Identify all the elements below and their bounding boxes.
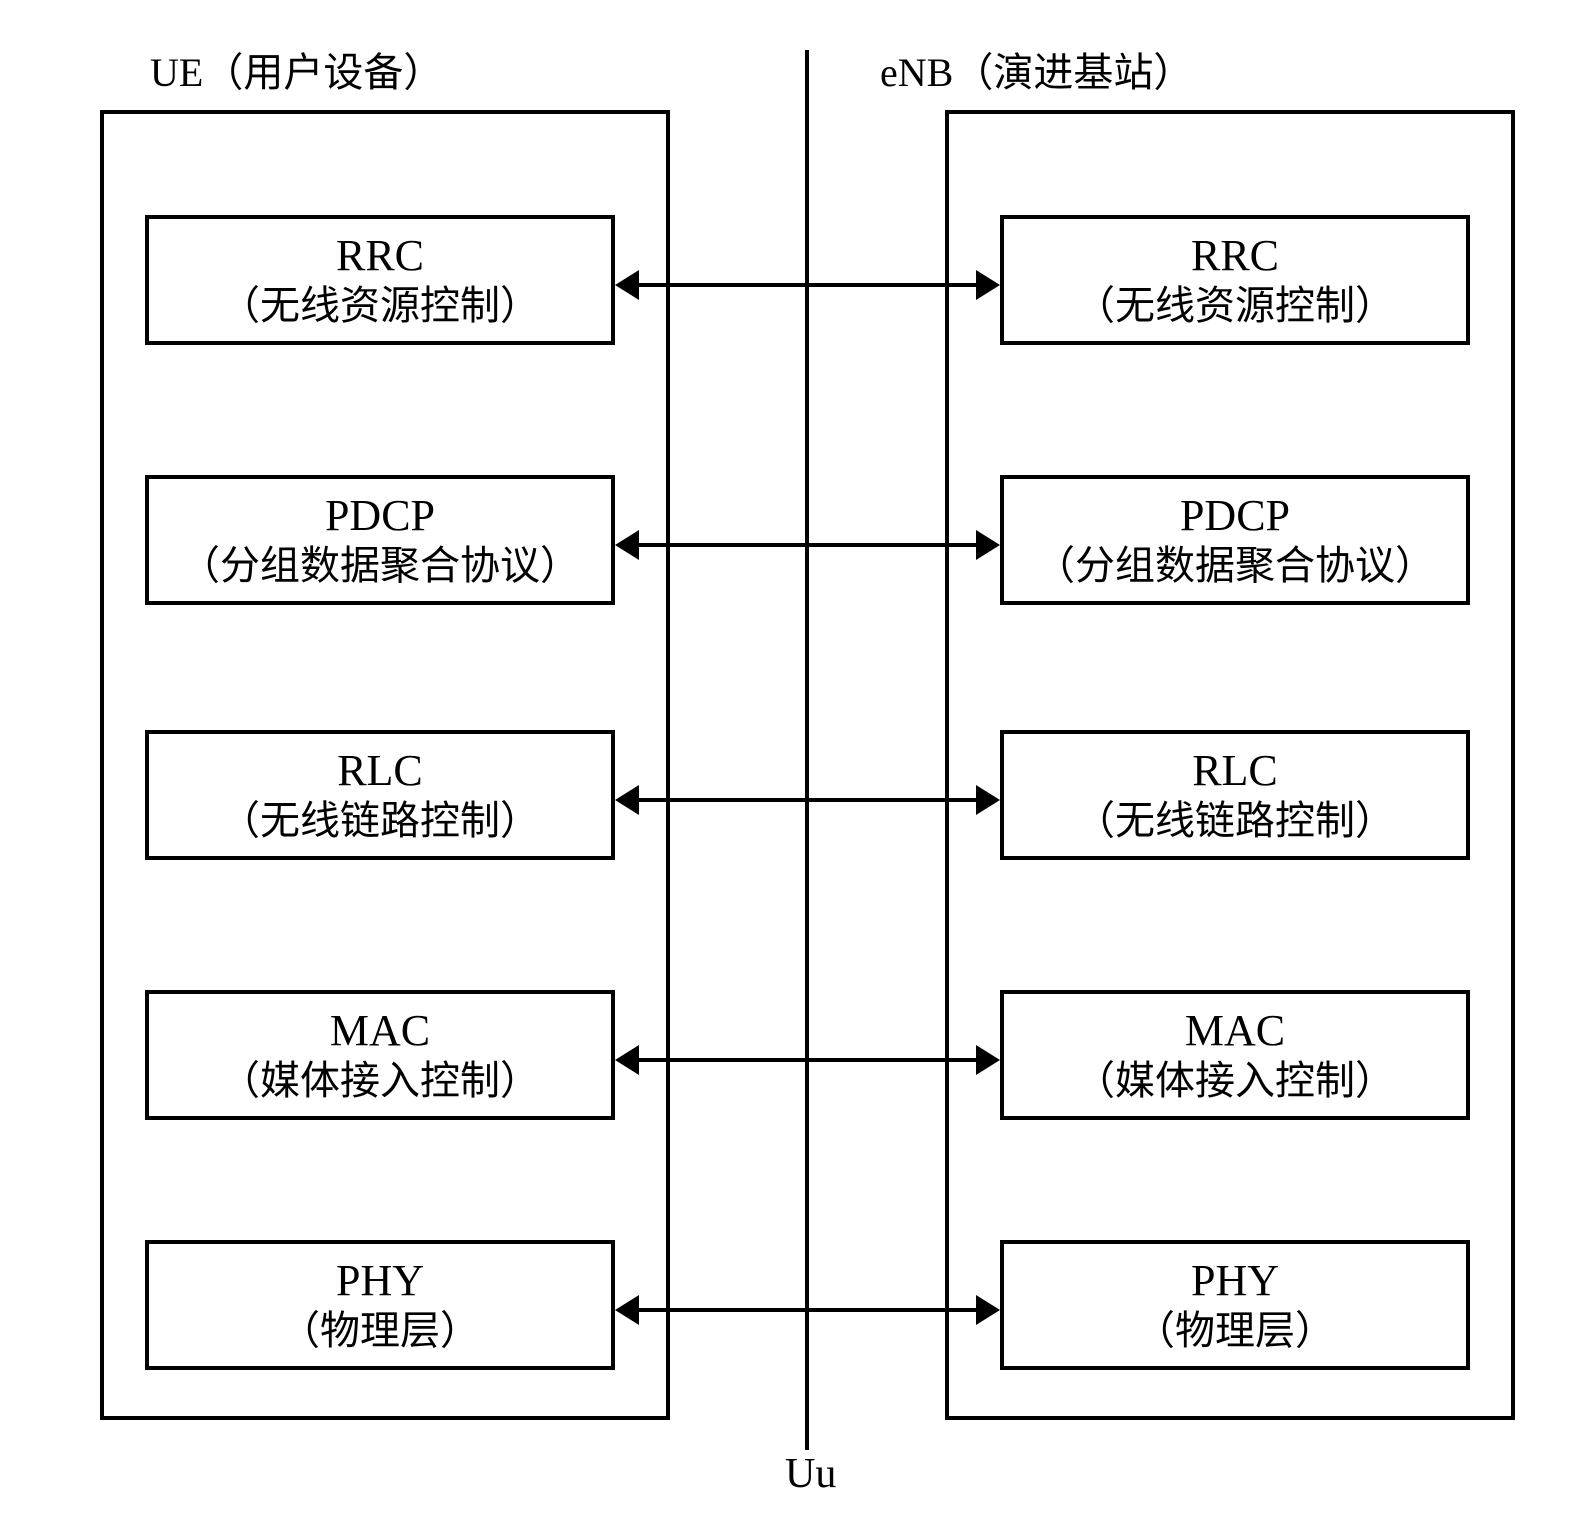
layer-abbr: PDCP xyxy=(1180,490,1290,543)
layer-abbr: MAC xyxy=(1185,1005,1285,1058)
layer-desc: （媒体接入控制） xyxy=(1075,1057,1395,1105)
peer-arrow-rrc xyxy=(615,270,1000,300)
enb-layer-rlc: RLC （无线链路控制） xyxy=(1000,730,1470,860)
peer-arrow-pdcp xyxy=(615,530,1000,560)
arrow-right-icon xyxy=(976,1295,1000,1325)
arrow-line xyxy=(630,543,985,547)
enb-title: eNB（演进基站） xyxy=(880,40,1193,98)
layer-abbr: RRC xyxy=(1191,230,1279,283)
enb-layer-rrc: RRC （无线资源控制） xyxy=(1000,215,1470,345)
arrow-line xyxy=(630,283,985,287)
layer-abbr: RRC xyxy=(336,230,424,283)
layer-abbr: MAC xyxy=(330,1005,430,1058)
ue-layer-pdcp: PDCP （分组数据聚合协议） xyxy=(145,475,615,605)
layer-abbr: RLC xyxy=(337,745,423,798)
peer-arrow-phy xyxy=(615,1295,1000,1325)
layer-desc: （物理层） xyxy=(280,1307,480,1355)
layer-desc: （无线资源控制） xyxy=(1075,282,1395,330)
arrow-right-icon xyxy=(976,270,1000,300)
layer-desc: （分组数据聚合协议） xyxy=(1035,542,1435,590)
layer-desc: （无线资源控制） xyxy=(220,282,540,330)
arrow-line xyxy=(630,1058,985,1062)
arrow-right-icon xyxy=(976,1045,1000,1075)
peer-arrow-mac xyxy=(615,1045,1000,1075)
arrow-right-icon xyxy=(976,785,1000,815)
layer-desc: （媒体接入控制） xyxy=(220,1057,540,1105)
layer-desc: （无线链路控制） xyxy=(1075,797,1395,845)
layer-abbr: PDCP xyxy=(325,490,435,543)
layer-abbr: PHY xyxy=(336,1255,424,1308)
enb-layer-pdcp: PDCP （分组数据聚合协议） xyxy=(1000,475,1470,605)
ue-title: UE（用户设备） xyxy=(150,40,443,98)
arrow-line xyxy=(630,1308,985,1312)
ue-layer-rlc: RLC （无线链路控制） xyxy=(145,730,615,860)
peer-arrow-rlc xyxy=(615,785,1000,815)
enb-layer-mac: MAC （媒体接入控制） xyxy=(1000,990,1470,1120)
diagram-container: UE（用户设备） eNB（演进基站） RRC （无线资源控制） PDCP （分组… xyxy=(30,30,1560,1495)
layer-abbr: RLC xyxy=(1192,745,1278,798)
enb-layer-phy: PHY （物理层） xyxy=(1000,1240,1470,1370)
uu-interface-line xyxy=(805,50,809,1450)
layer-desc: （无线链路控制） xyxy=(220,797,540,845)
layer-desc: （分组数据聚合协议） xyxy=(180,542,580,590)
interface-label: Uu xyxy=(785,1450,836,1498)
arrow-line xyxy=(630,798,985,802)
ue-layer-rrc: RRC （无线资源控制） xyxy=(145,215,615,345)
arrow-right-icon xyxy=(976,530,1000,560)
ue-layer-phy: PHY （物理层） xyxy=(145,1240,615,1370)
layer-abbr: PHY xyxy=(1191,1255,1279,1308)
ue-layer-mac: MAC （媒体接入控制） xyxy=(145,990,615,1120)
layer-desc: （物理层） xyxy=(1135,1307,1335,1355)
